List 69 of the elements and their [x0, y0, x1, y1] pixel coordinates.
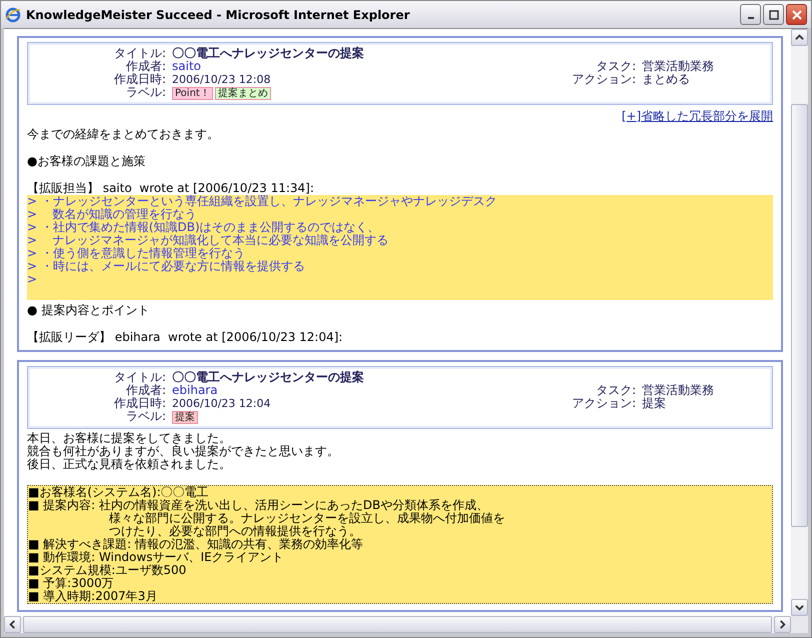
task-value: 営業活動業務: [642, 60, 714, 73]
section-heading: ●お客様の課題と施策: [27, 155, 146, 168]
window-title: KnowledgeMeister Succeed - Microsoft Internet Explorer: [26, 8, 411, 22]
body-text: 本日、お客様に提案をしてきました。: [27, 432, 232, 445]
body-text: 競合も何社がありますが、良い提案ができたと思います。: [27, 445, 340, 458]
field-label: タスク:: [594, 384, 636, 397]
field-label: 作成者:: [124, 60, 166, 73]
scroll-right-button[interactable]: [774, 616, 791, 633]
field-label: タイトル:: [112, 47, 166, 60]
created-date: 2006/10/23 12:08: [172, 73, 272, 86]
quoted-line: > ナレッジマネージャが知識化して本当に必要な知識を公開する: [27, 234, 390, 247]
field-label: 作成日時:: [112, 73, 166, 86]
section-heading: ● 提案内容とポイント: [27, 304, 150, 317]
label-tag[interactable]: 提案: [172, 411, 198, 424]
maximize-icon: [768, 10, 778, 20]
summary-line: ■お客様名(システム名):〇〇電工: [28, 486, 210, 499]
vertical-scrollbar[interactable]: [791, 29, 808, 616]
author-link[interactable]: ebihara: [172, 383, 218, 397]
field-label: タイトル:: [112, 371, 166, 384]
label-tag[interactable]: Point！: [172, 87, 213, 100]
task-value: 営業活動業務: [642, 384, 714, 397]
caret-down-icon: [795, 603, 804, 612]
body-text: 今までの経緯をまとめておきます。: [27, 128, 220, 141]
maximize-button[interactable]: [763, 4, 784, 25]
author-link[interactable]: saito: [172, 59, 201, 73]
field-label: アクション:: [570, 397, 636, 410]
minimize-icon: [748, 17, 754, 19]
summary-line: ■ 解決すべき課題: 情報の氾濫、知識の共有、業務の効率化等: [28, 538, 364, 551]
field-label: アクション:: [570, 73, 636, 86]
field-label: ラベル:: [124, 86, 166, 100]
summary-line: ■システム規模:ユーザ数500: [28, 564, 188, 577]
scroll-up-button[interactable]: [791, 29, 808, 46]
close-icon: [792, 10, 802, 20]
browser-logo-icon: [5, 6, 21, 22]
summary-line: 様々な部門に公開する。ナレッジセンターを設立し、成果物へ付加価値を: [108, 512, 506, 525]
label-tag[interactable]: 提案まとめ: [214, 87, 271, 100]
scrollbar-corner: [791, 616, 808, 633]
body-text: 後日、正式な見積を依頼されました。: [27, 458, 232, 471]
minimize-button[interactable]: [740, 4, 761, 25]
field-label: タスク:: [594, 60, 636, 73]
expand-link[interactable]: [+]省略した冗長部分を展開: [622, 108, 773, 125]
created-date: 2006/10/23 12:04: [172, 397, 272, 410]
summary-line: ■ 予算:3000万: [28, 577, 115, 590]
quote-attribution: 【拡販リーダ】 ebihara wrote at [2006/10/23 12:04]:: [27, 331, 344, 344]
post-title: 〇〇電工へナレッジセンターの提案: [172, 47, 364, 60]
field-label: 作成日時:: [112, 397, 166, 410]
scroll-left-button[interactable]: [4, 616, 21, 633]
action-value: 提案: [642, 397, 667, 410]
quoted-line: > ・使う側を意識した情報管理を行なう: [27, 247, 246, 260]
summary-line: ■ 動作環境: Windowsサーバ、IEクライアント: [28, 551, 285, 564]
quoted-line: > ・時には、メールにて必要な方に情報を提供する: [27, 260, 306, 273]
summary-line: ■ 提案内容: 社内の情報資産を洗い出し、活用シーンにあったDBや分類体系を作成、: [28, 499, 490, 512]
scroll-thumb[interactable]: [791, 104, 808, 527]
quoted-line: > ・ナレッジセンターという専任組織を設置し、ナレッジマネージャやナレッジデスク: [27, 195, 498, 208]
caret-left-icon: [8, 620, 17, 629]
caret-up-icon: [795, 33, 804, 42]
field-label: 作成者:: [124, 384, 166, 397]
field-label: ラベル:: [124, 410, 166, 424]
action-value: まとめる: [642, 73, 691, 86]
quote-attribution: 【拡販担当】 saito wrote at [2006/10/23 11:34]:: [27, 182, 315, 195]
scroll-down-button[interactable]: [791, 599, 808, 616]
summary-line: ■ 導入時期:2007年3月: [28, 590, 158, 603]
summary-line: つけたり、必要な部門への情報提供を行なう。: [108, 525, 362, 538]
close-button[interactable]: [786, 4, 807, 25]
quoted-line: >: [27, 273, 38, 286]
quoted-line: > ・社内で集めた情報(知識DB)はそのまま公開するのではなく、: [27, 221, 381, 234]
quoted-line: > 数名が知識の管理を行なう: [27, 208, 198, 221]
post-title: 〇〇電工へナレッジセンターの提案: [172, 371, 364, 384]
caret-right-icon: [778, 620, 787, 629]
